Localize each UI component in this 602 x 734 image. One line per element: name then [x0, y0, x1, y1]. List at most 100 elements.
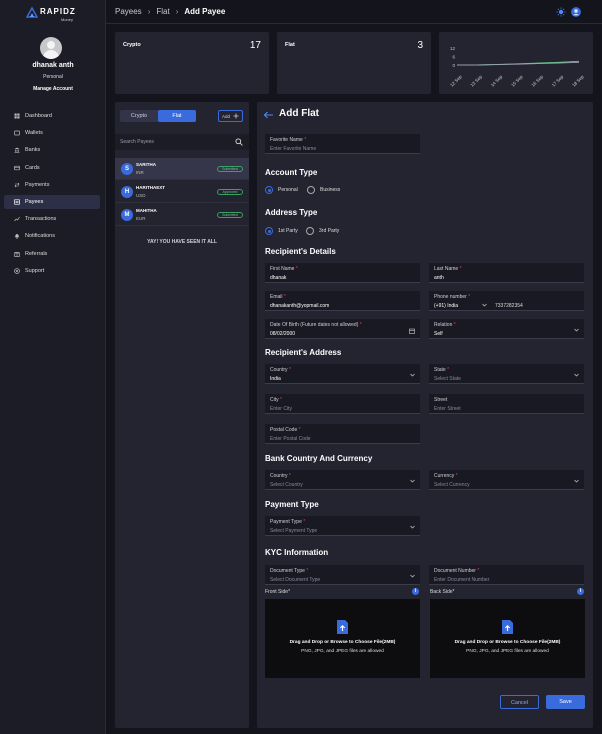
sidebar-item-banks[interactable]: Banks	[4, 143, 100, 157]
search-icon[interactable]	[235, 138, 243, 146]
section-bank-country: Bank Country And Currency	[265, 454, 373, 463]
tab-crypto[interactable]: Crypto	[120, 110, 158, 122]
sidebar-item-transactions[interactable]: Transactions	[4, 212, 100, 226]
bank-icon	[14, 147, 20, 153]
postal-code-field[interactable]: Postal Code * Enter Postal Code	[265, 424, 420, 444]
payee-avatar: S	[121, 163, 133, 175]
sidebar-item-notifications[interactable]: Notifications	[4, 229, 100, 243]
payee-name: MAHITHA	[136, 208, 157, 213]
sidebar-item-label: Banks	[25, 147, 41, 154]
status-badge: Approved	[217, 189, 243, 195]
info-icon[interactable]: i	[577, 588, 584, 595]
back-side-dropzone[interactable]: Drag and Drop or Browse to Choose File(2…	[430, 599, 585, 678]
payment-type-placeholder: Select Payment Type	[270, 528, 318, 534]
country-select[interactable]: Country * India	[265, 364, 420, 384]
user-name: dhanak anth	[32, 62, 74, 69]
dropzone-text: Drag and Drop or Browse to Choose File(2…	[454, 640, 561, 645]
section-payment-type: Payment Type	[265, 500, 319, 509]
sidebar-item-payments[interactable]: Payments	[4, 178, 100, 192]
chevron-down-icon	[574, 479, 579, 483]
payees-icon	[14, 199, 20, 205]
manage-account-link[interactable]: Manage Account	[0, 86, 106, 92]
stat-label: Flat	[285, 42, 295, 48]
document-type-select[interactable]: Document Type * Select Document Type	[265, 565, 420, 585]
add-flat-form: Add Flat Favorite Name * Enter Favorite …	[257, 102, 593, 728]
wallet-icon	[14, 130, 20, 136]
brand-logo[interactable]: RAPIDZ Money	[26, 6, 82, 24]
y-tick-label: 6	[452, 54, 455, 59]
sidebar-item-payees[interactable]: Payees	[4, 195, 100, 209]
avatar[interactable]	[40, 37, 62, 59]
radio-business[interactable]: Business	[307, 186, 340, 194]
dropzone-text: Drag and Drop or Browse to Choose File(2…	[289, 640, 396, 645]
radio-personal[interactable]: Personal	[265, 186, 298, 194]
sidebar-item-label: Payees	[25, 199, 44, 205]
x-tick-label: 13 Sep	[469, 74, 483, 88]
street-field[interactable]: Street Enter Street	[429, 394, 584, 414]
front-side-label: Front Side*	[265, 589, 291, 595]
radio-1st-party[interactable]: 1st Party	[265, 227, 298, 235]
favorite-name-field[interactable]: Favorite Name * Enter Favorite Name	[265, 134, 420, 154]
search-payees-input[interactable]: Search Payees	[115, 134, 249, 150]
relation-select[interactable]: Relation * Self	[429, 319, 584, 339]
cancel-button[interactable]: Cancel	[500, 695, 539, 709]
radio-checked-icon	[265, 186, 273, 194]
payee-row[interactable]: M MAHITHA EUR Submitted	[115, 204, 249, 226]
first-name-field[interactable]: First Name * dhanak	[265, 263, 420, 283]
payment-type-select[interactable]: Payment Type * Select Payment Type	[265, 516, 420, 536]
payee-currency: EUR	[136, 216, 146, 221]
profile-icon[interactable]	[571, 7, 581, 17]
last-name-field[interactable]: Last Name * anth	[429, 263, 584, 283]
document-number-field[interactable]: Document Number * Enter Document Number	[429, 565, 584, 585]
sidebar-item-dashboard[interactable]: Dashboard	[4, 109, 100, 123]
x-tick-label: 15 Sep	[510, 74, 524, 88]
section-account-type: Account Type	[265, 168, 318, 177]
payee-avatar: M	[121, 209, 133, 221]
trend-chart-card: 12 6 0 12 Sep 13 Sep 14 Sep 15 Sep 16 Sep 17 Sep…	[439, 32, 593, 94]
add-payee-button[interactable]: Add	[218, 110, 243, 122]
street-label: Street	[434, 397, 448, 403]
status-badge: Submitted	[217, 212, 243, 218]
email-field[interactable]: Email * dhanakanth@yopmail.com	[265, 291, 420, 311]
form-title: Add Flat	[279, 108, 319, 119]
calendar-icon[interactable]	[409, 328, 415, 334]
document-number-placeholder: Enter Document Number	[434, 577, 490, 583]
payee-row[interactable]: S SARITHA INR Submitted	[115, 158, 249, 180]
payee-row[interactable]: H HARITHAEXT USD Approved	[115, 181, 249, 203]
dashboard-icon	[14, 113, 20, 119]
front-side-dropzone[interactable]: Drag and Drop or Browse to Choose File(2…	[265, 599, 420, 678]
payee-name: SARITHA	[136, 162, 156, 167]
dob-field[interactable]: Date Of Birth (Future dates not allowed)…	[265, 319, 420, 339]
radio-3rd-party[interactable]: 3rd Party	[306, 227, 339, 235]
save-button[interactable]: Save	[546, 695, 585, 709]
phone-number-value[interactable]: 7337282354	[495, 303, 523, 309]
chevron-down-icon	[574, 328, 579, 332]
payee-name: HARITHAEXT	[136, 185, 165, 190]
payee-list-panel: Crypto Flat Add Search Payees S SARITHA IN…	[115, 102, 249, 728]
breadcrumb-payees[interactable]: Payees	[115, 7, 142, 16]
sidebar-item-support[interactable]: Support	[4, 264, 100, 278]
payee-avatar: H	[121, 186, 133, 198]
field-label: Favorite Name *	[270, 137, 307, 143]
phone-field[interactable]: Phone number * (+91) India 7337282354	[429, 291, 584, 311]
country-code-select[interactable]: (+91) India	[434, 303, 458, 309]
bank-country-select[interactable]: Country * Select Country	[265, 470, 420, 490]
breadcrumb-flat[interactable]: Flat	[156, 7, 169, 16]
sidebar-item-referrals[interactable]: Referrals	[4, 247, 100, 261]
tab-flat[interactable]: Flat	[158, 110, 196, 122]
city-field[interactable]: City * Enter City	[265, 394, 420, 414]
postal-placeholder: Enter Postal Code	[270, 436, 311, 442]
info-icon[interactable]: i	[412, 588, 419, 595]
sidebar-item-label: Payments	[25, 181, 50, 188]
sidebar-item-wallets[interactable]: Wallets	[4, 126, 100, 140]
state-select[interactable]: State * Select State	[429, 364, 584, 384]
currency-select[interactable]: Currency * Select Currency	[429, 470, 584, 490]
file-upload-icon	[502, 620, 513, 634]
support-icon	[14, 267, 20, 274]
sidebar-item-cards[interactable]: Cards	[4, 161, 100, 175]
x-tick-label: 17 Sep	[551, 74, 565, 88]
back-arrow-icon[interactable]	[263, 111, 274, 119]
sidebar-item-label: Wallets	[25, 130, 43, 137]
city-placeholder: Enter City	[270, 406, 292, 412]
theme-toggle-icon[interactable]	[556, 7, 566, 17]
